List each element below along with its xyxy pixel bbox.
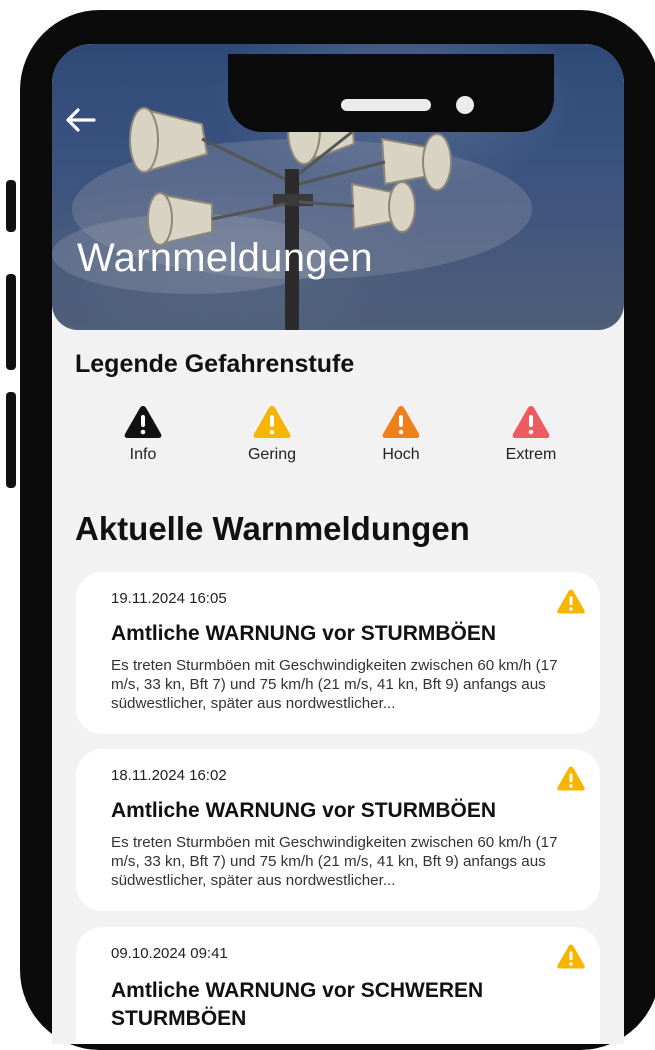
- warning-description: Es treten Sturmböen mit Geschwindigkeite…: [111, 834, 558, 889]
- phone-side-button-middle: [6, 274, 16, 370]
- legend-title: Legende Gefahrenstufe: [75, 350, 355, 378]
- warning-icon: [557, 944, 585, 969]
- page-title: Warnmeldungen: [77, 236, 373, 280]
- warning-icon: [557, 589, 585, 614]
- legend-label: Extrem: [505, 446, 557, 463]
- phone-side-button-top: [6, 180, 16, 232]
- warning-icon: [382, 406, 420, 438]
- legend-label: Info: [129, 446, 157, 463]
- warning-date: 19.11.2024 16:05: [111, 590, 227, 607]
- front-camera: [456, 96, 474, 114]
- warning-date: 09.10.2024 09:41: [111, 945, 228, 962]
- warning-icon: [253, 406, 291, 438]
- legend-item-info: Info: [93, 404, 193, 464]
- legend-label: Gering: [247, 446, 297, 463]
- warning-card[interactable]: 19.11.2024 16:05 Amtliche WARNUNG vor ST…: [76, 572, 600, 734]
- warning-card[interactable]: 18.11.2024 16:02 Amtliche WARNUNG vor ST…: [76, 749, 600, 911]
- app-screen: Warnmeldungen Legende Gefahrenstufe Info…: [52, 44, 624, 1044]
- warning-title: Amtliche WARNUNG vor STURMBÖEN: [111, 622, 497, 645]
- legend-label: Hoch: [382, 446, 420, 463]
- warning-card[interactable]: 09.10.2024 09:41 Amtliche WARNUNG vor SC…: [76, 927, 600, 1044]
- warning-icon: [512, 406, 550, 438]
- legend-row: Info Gering Hoch Extrem: [52, 404, 624, 484]
- back-button[interactable]: [62, 102, 102, 138]
- legend-item-extrem: Extrem: [481, 404, 581, 464]
- warning-date: 18.11.2024 16:02: [111, 767, 227, 784]
- warning-title: Amtliche WARNUNG vor STURMBÖEN: [111, 799, 497, 822]
- phone-notch: [228, 54, 554, 132]
- warning-icon: [557, 766, 585, 791]
- warning-description: Es treten Sturmböen mit Geschwindigkeite…: [111, 657, 558, 712]
- warning-icon: [124, 406, 162, 438]
- legend-item-gering: Gering: [222, 404, 322, 464]
- phone-side-button-bottom: [6, 392, 16, 488]
- warning-title: Amtliche WARNUNG vor SCHWEREN STURMBÖEN: [111, 979, 484, 1030]
- arrow-left-icon: [66, 108, 96, 132]
- section-title-warnings: Aktuelle Warnmeldungen: [75, 510, 470, 547]
- speaker-grille: [341, 99, 431, 111]
- legend-item-hoch: Hoch: [351, 404, 451, 464]
